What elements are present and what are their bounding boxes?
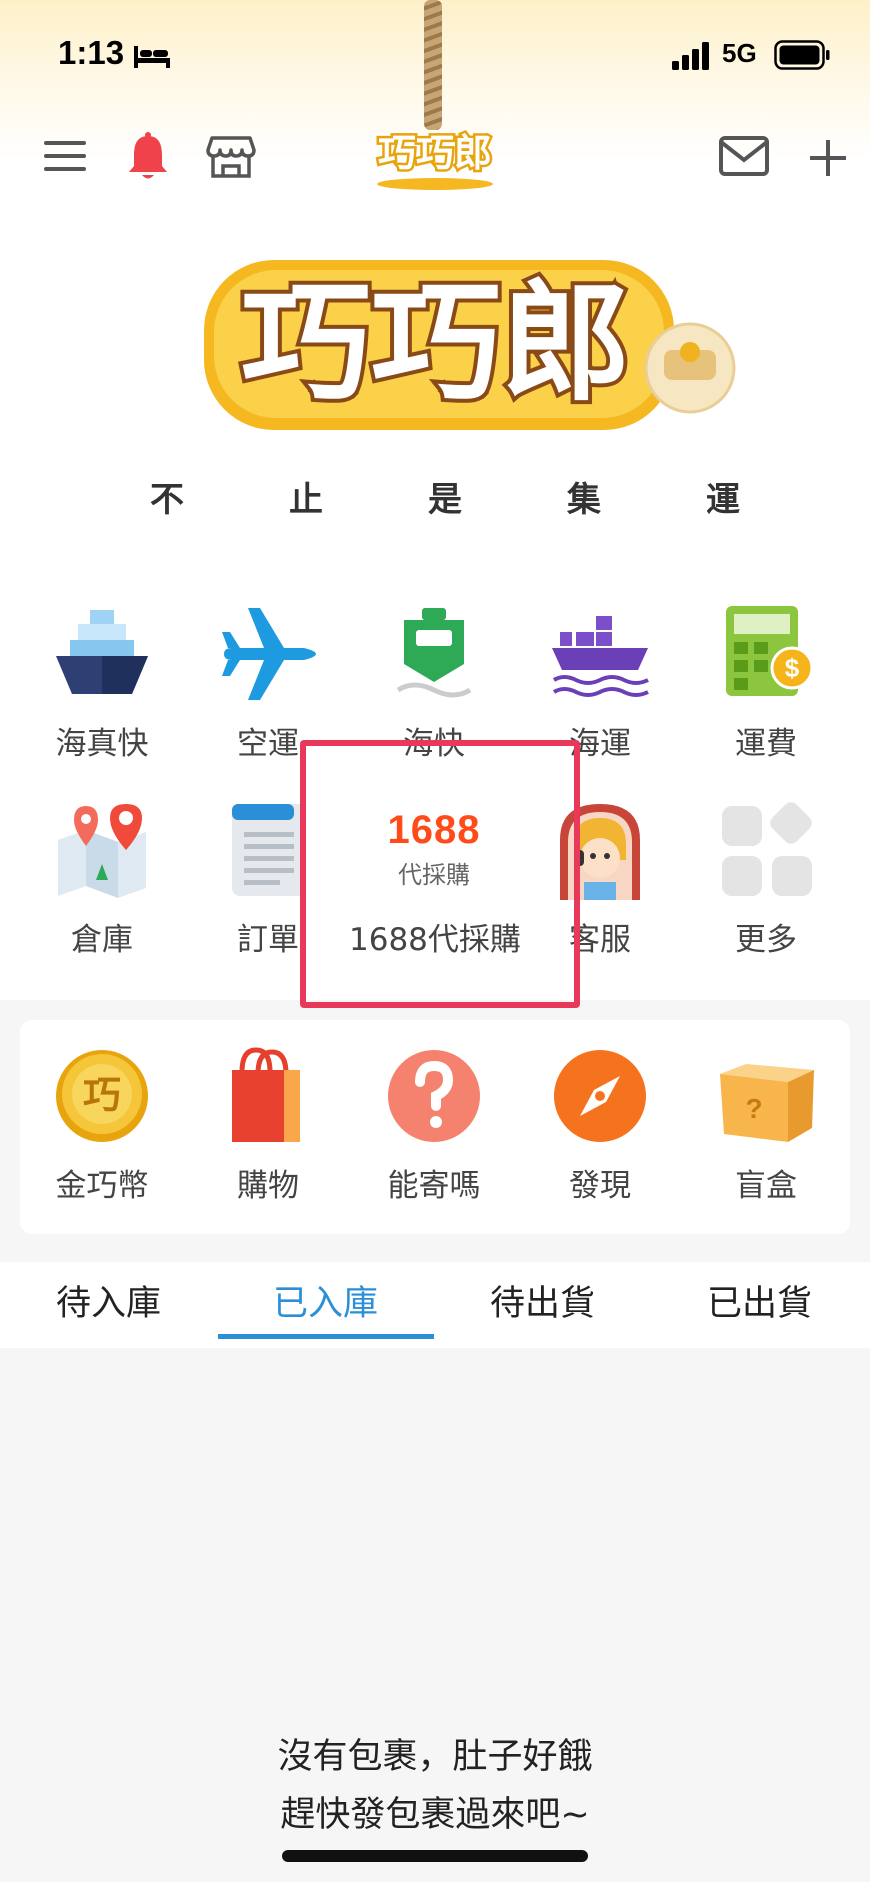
service-warehouse[interactable]: 倉庫 xyxy=(17,800,187,959)
ferry-icon xyxy=(396,608,472,698)
slogan: 不 止 是 集 運 xyxy=(150,472,740,521)
hero-logo: 巧巧郎 xyxy=(204,260,736,430)
feature-mystery-box[interactable]: ? 盲盒 xyxy=(681,1046,851,1205)
nav-logo-text: 巧巧郎 xyxy=(378,131,492,175)
feature-label: 購物 xyxy=(237,1168,299,1204)
highlight-box xyxy=(300,740,580,1008)
empty-state-line1: 沒有包裹，肚子好餓 xyxy=(277,1737,593,1777)
network-type: 5G xyxy=(722,38,757,68)
ship-icon xyxy=(56,610,148,694)
battery-icon xyxy=(774,40,830,70)
service-label: 更多 xyxy=(735,922,797,958)
question-icon xyxy=(388,1050,480,1142)
shopping-bag-icon xyxy=(232,1047,300,1142)
feature-label: 發現 xyxy=(569,1168,631,1204)
app-logo-small: 巧巧郎 xyxy=(375,129,495,190)
slogan-char: 止 xyxy=(289,480,323,520)
service-more[interactable]: 更多 xyxy=(681,800,851,959)
calculator-icon: $ xyxy=(726,606,814,696)
home-indicator xyxy=(282,1850,588,1862)
feature-label: 能寄嗎 xyxy=(387,1168,481,1204)
service-label: 運費 xyxy=(735,726,797,762)
coin-icon: 巧 xyxy=(56,1050,148,1142)
svg-text:?: ? xyxy=(745,1093,762,1124)
service-label: 海真快 xyxy=(55,726,149,762)
compass-icon xyxy=(554,1050,646,1142)
feature-shopping[interactable]: 購物 xyxy=(183,1046,353,1205)
active-tab-indicator xyxy=(218,1334,434,1339)
slogan-char: 不 xyxy=(150,480,184,520)
mail-icon[interactable] xyxy=(718,134,770,178)
svg-text:$: $ xyxy=(785,653,800,683)
tab-pending-inbound[interactable]: 待入庫 xyxy=(0,1262,217,1348)
feature-gold-coin[interactable]: 巧 金巧幣 xyxy=(17,1046,187,1205)
service-shipping-fee[interactable]: $ 運費 xyxy=(681,604,851,763)
hero-logo-text: 巧巧郎 xyxy=(241,267,631,419)
rope-decoration xyxy=(424,0,442,130)
feature-can-ship[interactable]: 能寄嗎 xyxy=(349,1046,519,1205)
feature-label: 盲盒 xyxy=(735,1168,797,1204)
cargo-ship-icon xyxy=(552,616,649,697)
slogan-char: 運 xyxy=(706,480,740,520)
signal-icon xyxy=(672,42,709,70)
store-icon[interactable] xyxy=(206,134,256,180)
coin-text: 巧 xyxy=(83,1073,121,1117)
more-grid-icon xyxy=(722,802,812,896)
slogan-char: 集 xyxy=(567,480,601,520)
mystery-box-icon: ? xyxy=(720,1064,814,1142)
empty-state-line2: 趕快發包裹過來吧~ xyxy=(280,1795,590,1835)
menu-icon[interactable] xyxy=(42,138,88,174)
package-tabs: 待入庫 已入庫 待出貨 已出貨 xyxy=(0,1262,870,1348)
map-pin-icon xyxy=(58,804,146,898)
sleep-mode-icon xyxy=(134,46,170,68)
airplane-icon xyxy=(222,608,316,700)
tab-shipped[interactable]: 已出貨 xyxy=(651,1262,868,1348)
tab-pending-shipment[interactable]: 待出貨 xyxy=(434,1262,651,1348)
service-sea-express-true[interactable]: 海真快 xyxy=(17,604,187,763)
feature-label: 金巧幣 xyxy=(55,1168,149,1204)
slogan-char: 是 xyxy=(428,480,462,520)
status-time: 1:13 xyxy=(58,34,125,71)
bell-icon[interactable] xyxy=(126,132,170,182)
plus-icon[interactable] xyxy=(806,136,850,180)
service-label: 倉庫 xyxy=(71,922,133,958)
feature-discover[interactable]: 發現 xyxy=(515,1046,685,1205)
